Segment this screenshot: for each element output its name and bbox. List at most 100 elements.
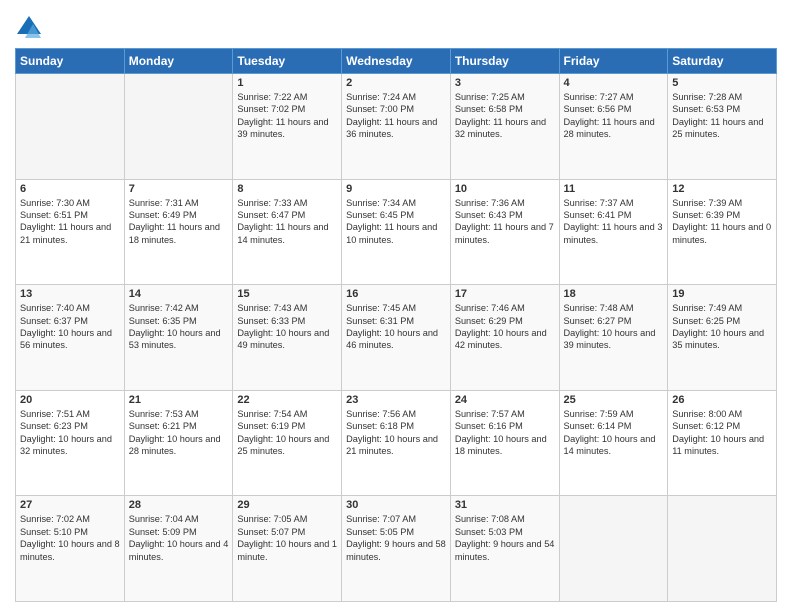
day-info: Sunrise: 7:28 AM Sunset: 6:53 PM Dayligh… [672,91,772,141]
header-day-sunday: Sunday [16,49,125,74]
calendar-cell: 4 Sunrise: 7:27 AM Sunset: 6:56 PM Daylig… [559,74,668,180]
calendar-cell: 26Sunrise: 8:00 AM Sunset: 6:12 PM Dayli… [668,390,777,496]
day-number: 24 [455,394,555,406]
day-info: Sunrise: 7:51 AM Sunset: 6:23 PM Dayligh… [20,408,120,458]
day-info: Sunrise: 7:43 AM Sunset: 6:33 PM Dayligh… [237,302,337,352]
calendar-cell [124,74,233,180]
day-number: 7 [129,183,229,195]
calendar-cell: 10Sunrise: 7:36 AM Sunset: 6:43 PM Dayli… [450,179,559,285]
header-day-monday: Monday [124,49,233,74]
header-day-saturday: Saturday [668,49,777,74]
calendar-cell: 3Sunrise: 7:25 AM Sunset: 6:58 PM Daylig… [450,74,559,180]
calendar-cell: 1 Sunrise: 7:22 AM Sunset: 7:02 PM Daylig… [233,74,342,180]
calendar-cell: 17 Sunrise: 7:46 AM Sunset: 6:29 PM Dayli… [450,285,559,391]
calendar-table: SundayMondayTuesdayWednesdayThursdayFrid… [15,48,777,602]
calendar-cell [559,496,668,602]
day-info: Sunrise: 7:46 AM Sunset: 6:29 PM Dayligh… [455,302,555,352]
day-info: Sunrise: 7:37 AM Sunset: 6:41 PM Dayligh… [564,197,664,247]
day-info: Sunrise: 7:24 AM Sunset: 7:00 PM Dayligh… [346,91,446,141]
day-info: Sunrise: 7:48 AM Sunset: 6:27 PM Dayligh… [564,302,664,352]
day-info: Sunrise: 7:57 AM Sunset: 6:16 PM Dayligh… [455,408,555,458]
day-number: 9 [346,183,446,195]
header-day-wednesday: Wednesday [342,49,451,74]
day-number: 30 [346,499,446,511]
day-number: 22 [237,394,337,406]
calendar-cell: 18 Sunrise: 7:48 AM Sunset: 6:27 PM Dayli… [559,285,668,391]
day-info: Sunrise: 7:04 AM Sunset: 5:09 PM Dayligh… [129,513,229,563]
day-number: 13 [20,288,120,300]
day-info: Sunrise: 7:08 AM Sunset: 5:03 PM Dayligh… [455,513,555,563]
calendar-cell: 16 Sunrise: 7:45 AM Sunset: 6:31 PM Dayli… [342,285,451,391]
calendar-week-row: 27Sunrise: 7:02 AM Sunset: 5:10 PM Dayli… [16,496,777,602]
day-number: 25 [564,394,664,406]
calendar-cell: 15 Sunrise: 7:43 AM Sunset: 6:33 PM Dayli… [233,285,342,391]
calendar-cell: 7 Sunrise: 7:31 AM Sunset: 6:49 PM Daylig… [124,179,233,285]
day-info: Sunrise: 7:05 AM Sunset: 5:07 PM Dayligh… [237,513,337,563]
day-number: 31 [455,499,555,511]
calendar-cell: 12 Sunrise: 7:39 AM Sunset: 6:39 PM Dayli… [668,179,777,285]
calendar-week-row: 1 Sunrise: 7:22 AM Sunset: 7:02 PM Daylig… [16,74,777,180]
day-info: Sunrise: 7:27 AM Sunset: 6:56 PM Dayligh… [564,91,664,141]
header-day-thursday: Thursday [450,49,559,74]
calendar-cell: 29 Sunrise: 7:05 AM Sunset: 5:07 PM Dayli… [233,496,342,602]
day-info: Sunrise: 7:59 AM Sunset: 6:14 PM Dayligh… [564,408,664,458]
day-number: 26 [672,394,772,406]
day-number: 20 [20,394,120,406]
calendar-cell: 22Sunrise: 7:54 AM Sunset: 6:19 PM Dayli… [233,390,342,496]
day-number: 17 [455,288,555,300]
day-number: 6 [20,183,120,195]
calendar-cell: 2 Sunrise: 7:24 AM Sunset: 7:00 PM Daylig… [342,74,451,180]
day-number: 1 [237,77,337,89]
day-info: Sunrise: 7:02 AM Sunset: 5:10 PM Dayligh… [20,513,120,563]
calendar-cell: 27Sunrise: 7:02 AM Sunset: 5:10 PM Dayli… [16,496,125,602]
day-number: 8 [237,183,337,195]
day-number: 3 [455,77,555,89]
calendar-cell: 5 Sunrise: 7:28 AM Sunset: 6:53 PM Daylig… [668,74,777,180]
calendar-week-row: 20 Sunrise: 7:51 AM Sunset: 6:23 PM Dayli… [16,390,777,496]
day-number: 29 [237,499,337,511]
calendar-cell: 6 Sunrise: 7:30 AM Sunset: 6:51 PM Daylig… [16,179,125,285]
day-info: Sunrise: 7:30 AM Sunset: 6:51 PM Dayligh… [20,197,120,247]
calendar-cell: 25 Sunrise: 7:59 AM Sunset: 6:14 PM Dayli… [559,390,668,496]
logo-icon [15,14,43,42]
calendar-cell: 23Sunrise: 7:56 AM Sunset: 6:18 PM Dayli… [342,390,451,496]
calendar-cell: 31 Sunrise: 7:08 AM Sunset: 5:03 PM Dayli… [450,496,559,602]
day-number: 18 [564,288,664,300]
day-number: 2 [346,77,446,89]
calendar-cell: 21Sunrise: 7:53 AM Sunset: 6:21 PM Dayli… [124,390,233,496]
day-info: Sunrise: 7:42 AM Sunset: 6:35 PM Dayligh… [129,302,229,352]
calendar-cell [16,74,125,180]
day-info: Sunrise: 7:36 AM Sunset: 6:43 PM Dayligh… [455,197,555,247]
calendar-cell: 20 Sunrise: 7:51 AM Sunset: 6:23 PM Dayli… [16,390,125,496]
day-number: 5 [672,77,772,89]
calendar-cell: 13Sunrise: 7:40 AM Sunset: 6:37 PM Dayli… [16,285,125,391]
calendar-cell: 14 Sunrise: 7:42 AM Sunset: 6:35 PM Dayli… [124,285,233,391]
day-number: 14 [129,288,229,300]
calendar-cell: 19Sunrise: 7:49 AM Sunset: 6:25 PM Dayli… [668,285,777,391]
day-number: 4 [564,77,664,89]
page-header [15,10,777,42]
day-info: Sunrise: 7:39 AM Sunset: 6:39 PM Dayligh… [672,197,772,247]
calendar-cell: 24 Sunrise: 7:57 AM Sunset: 6:16 PM Dayli… [450,390,559,496]
day-number: 12 [672,183,772,195]
day-info: Sunrise: 7:33 AM Sunset: 6:47 PM Dayligh… [237,197,337,247]
day-info: Sunrise: 7:31 AM Sunset: 6:49 PM Dayligh… [129,197,229,247]
day-info: Sunrise: 7:45 AM Sunset: 6:31 PM Dayligh… [346,302,446,352]
day-number: 11 [564,183,664,195]
day-number: 23 [346,394,446,406]
calendar-week-row: 6 Sunrise: 7:30 AM Sunset: 6:51 PM Daylig… [16,179,777,285]
calendar-cell: 28Sunrise: 7:04 AM Sunset: 5:09 PM Dayli… [124,496,233,602]
day-number: 19 [672,288,772,300]
header-day-friday: Friday [559,49,668,74]
calendar-cell: 30 Sunrise: 7:07 AM Sunset: 5:05 PM Dayli… [342,496,451,602]
day-info: Sunrise: 7:22 AM Sunset: 7:02 PM Dayligh… [237,91,337,141]
calendar-cell: 11 Sunrise: 7:37 AM Sunset: 6:41 PM Dayli… [559,179,668,285]
day-info: Sunrise: 7:53 AM Sunset: 6:21 PM Dayligh… [129,408,229,458]
day-number: 15 [237,288,337,300]
day-number: 16 [346,288,446,300]
logo [15,14,47,42]
calendar-cell: 8 Sunrise: 7:33 AM Sunset: 6:47 PM Daylig… [233,179,342,285]
calendar-cell [668,496,777,602]
day-info: Sunrise: 7:07 AM Sunset: 5:05 PM Dayligh… [346,513,446,563]
calendar-cell: 9Sunrise: 7:34 AM Sunset: 6:45 PM Daylig… [342,179,451,285]
